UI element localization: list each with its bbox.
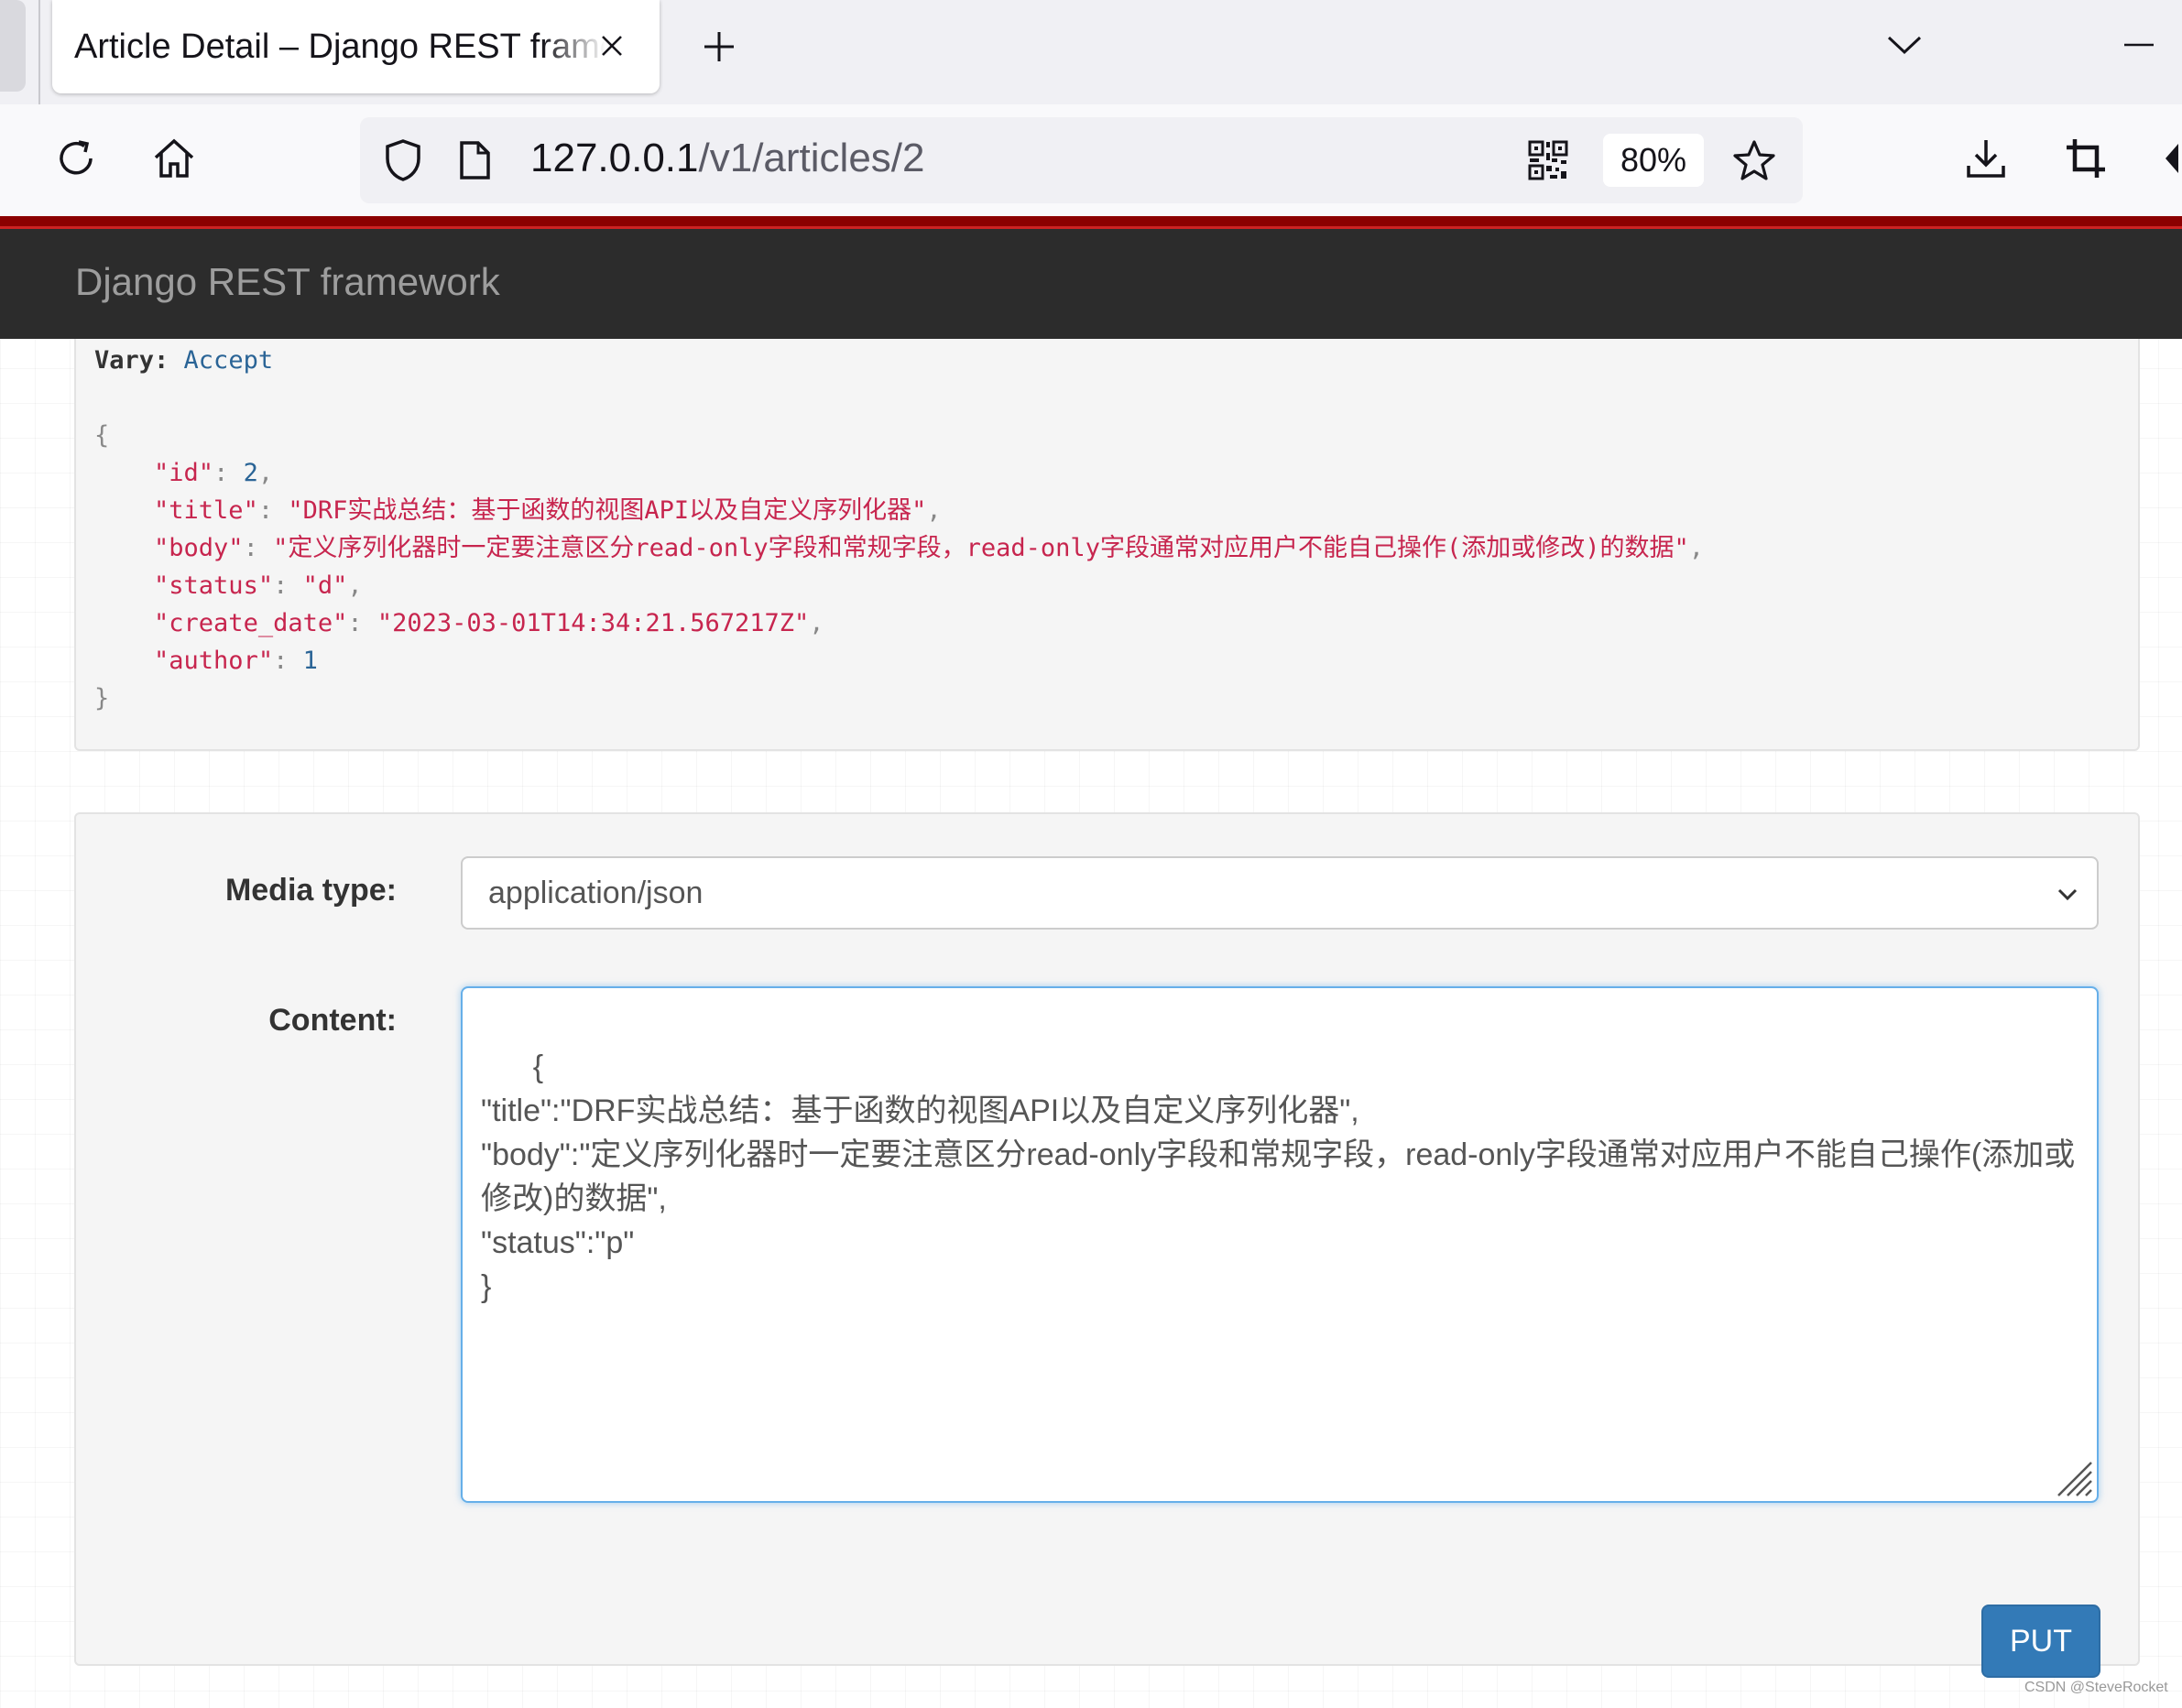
brand-link[interactable]: Django REST framework bbox=[75, 260, 500, 304]
plus-icon bbox=[704, 32, 734, 61]
content-textarea[interactable]: { "title":"DRF实战总结：基于函数的视图API以及自定义序列化器",… bbox=[461, 986, 2099, 1503]
chevron-left-icon bbox=[2166, 144, 2178, 173]
json-colon: : bbox=[213, 459, 244, 487]
json-key: "status" bbox=[154, 571, 274, 600]
new-tab-button[interactable] bbox=[696, 24, 742, 70]
json-field-line: "create_date": "2023-03-01T14:34:21.5672… bbox=[94, 609, 824, 637]
json-comma: , bbox=[347, 571, 363, 600]
list-all-tabs-button[interactable] bbox=[1882, 22, 1927, 68]
zoom-level-button[interactable]: 80% bbox=[1603, 134, 1704, 187]
watermark: CSDN @SteveRocket bbox=[2024, 1680, 2168, 1695]
json-colon: : bbox=[273, 571, 303, 600]
page-icon[interactable] bbox=[452, 137, 497, 183]
json-field-line: "title": "DRF实战总结：基于函数的视图API以及自定义序列化器", bbox=[94, 496, 942, 525]
downloads-button[interactable] bbox=[1954, 126, 2018, 190]
json-key: "create_date" bbox=[154, 609, 348, 637]
json-value: "定义序列化器时一定要注意区分read-only字段和常规字段，read-onl… bbox=[273, 534, 1689, 562]
response-content: Content-Type: application/json Vary: Acc… bbox=[94, 304, 1704, 717]
active-tab[interactable]: Article Detail – Django REST framework bbox=[52, 0, 660, 93]
json-value: "d" bbox=[302, 571, 348, 600]
close-icon[interactable] bbox=[592, 26, 632, 66]
json-field-line: "status": "d", bbox=[94, 571, 363, 600]
json-field-line: "id": 2, bbox=[94, 459, 273, 487]
json-close-brace: } bbox=[94, 684, 110, 713]
home-icon bbox=[154, 138, 194, 178]
response-info: Content-Type: application/json Vary: Acc… bbox=[74, 302, 2140, 751]
json-value: "2023-03-01T14:34:21.567217Z" bbox=[376, 609, 810, 637]
json-field-line: "body": "定义序列化器时一定要注意区分read-only字段和常规字段，… bbox=[94, 534, 1704, 562]
json-value: 2 bbox=[243, 459, 258, 487]
home-button[interactable] bbox=[142, 126, 206, 190]
json-value: "DRF实战总结：基于函数的视图API以及自定义序列化器" bbox=[288, 496, 927, 525]
minimize-button[interactable] bbox=[2116, 22, 2162, 68]
resize-grip-icon[interactable] bbox=[2055, 1459, 2095, 1499]
json-key: "title" bbox=[154, 496, 258, 525]
json-colon: : bbox=[273, 647, 303, 675]
put-button[interactable]: PUT bbox=[1981, 1605, 2100, 1678]
drf-navbar: Django REST framework bbox=[0, 229, 2182, 339]
json-key: "body" bbox=[154, 534, 244, 562]
tab-title: Article Detail – Django REST framework bbox=[74, 27, 606, 66]
json-colon: : bbox=[243, 534, 274, 562]
vary-header-value: Accept bbox=[183, 346, 274, 375]
minimize-icon bbox=[2124, 43, 2154, 47]
raw-data-form: Media type: application/json Content: { … bbox=[74, 812, 2140, 1678]
url-text[interactable]: 127.0.0.1/v1/articles/2 bbox=[530, 136, 924, 181]
json-key: "id" bbox=[154, 459, 214, 487]
navigation-toolbar: 127.0.0.1/v1/articles/2 80% bbox=[0, 104, 2182, 216]
json-field-line: "author": 1 bbox=[94, 647, 318, 675]
star-icon[interactable] bbox=[1731, 137, 1777, 183]
json-open-brace: { bbox=[94, 421, 110, 450]
url-host: 127.0.0.1 bbox=[530, 136, 699, 180]
json-colon: : bbox=[257, 496, 289, 525]
json-comma: , bbox=[809, 609, 824, 637]
media-type-label: Media type: bbox=[224, 873, 397, 908]
qr-code-icon[interactable] bbox=[1525, 137, 1571, 183]
vary-header-key: Vary: bbox=[94, 346, 169, 375]
page-top-accent bbox=[0, 216, 2182, 229]
json-key: "author" bbox=[154, 647, 274, 675]
json-value: 1 bbox=[302, 647, 318, 675]
screenshot-button[interactable] bbox=[2054, 126, 2118, 190]
json-comma: , bbox=[257, 459, 274, 487]
media-type-value: application/json bbox=[488, 875, 704, 910]
content-label: Content: bbox=[268, 1003, 397, 1038]
reload-button[interactable] bbox=[44, 126, 108, 190]
json-comma: , bbox=[926, 496, 942, 525]
media-type-select[interactable]: application/json bbox=[461, 856, 2099, 930]
page-content: Django REST framework Content-Type: appl… bbox=[0, 229, 2182, 1708]
json-fields: "id": 2, "title": "DRF实战总结：基于函数的视图API以及自… bbox=[94, 459, 1704, 675]
chevron-down-icon bbox=[2055, 882, 2080, 908]
address-bar[interactable]: 127.0.0.1/v1/articles/2 80% bbox=[360, 117, 1803, 203]
previous-tab-edge[interactable] bbox=[0, 0, 26, 92]
reload-icon bbox=[60, 140, 93, 175]
tab-separator bbox=[38, 0, 40, 104]
download-icon bbox=[1967, 140, 2005, 178]
content-text: { "title":"DRF实战总结：基于函数的视图API以及自定义序列化器",… bbox=[481, 1050, 2076, 1304]
json-comma: , bbox=[1688, 534, 1704, 562]
url-path: /v1/articles/2 bbox=[698, 136, 925, 180]
crop-icon bbox=[2067, 139, 2105, 178]
chevron-down-icon bbox=[1887, 36, 1922, 55]
shield-icon[interactable] bbox=[380, 137, 426, 183]
json-colon: : bbox=[347, 609, 377, 637]
overflow-menu-button[interactable] bbox=[2151, 126, 2182, 190]
tab-strip: Article Detail – Django REST framework bbox=[0, 0, 2182, 104]
